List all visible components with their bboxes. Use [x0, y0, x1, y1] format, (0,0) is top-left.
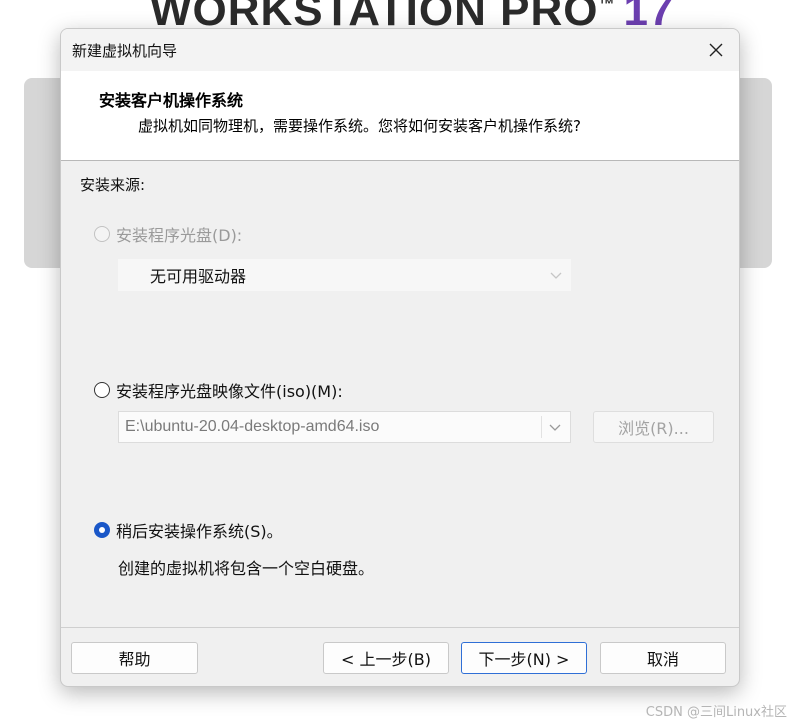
radio-circle-later[interactable]: [94, 522, 110, 538]
dialog-titlebar: 新建虚拟机向导: [61, 29, 739, 71]
new-vm-wizard-dialog: 新建虚拟机向导 安装客户机操作系统 虚拟机如同物理机，需要操作系统。您将如何安装…: [60, 28, 740, 687]
help-button[interactable]: 帮助: [71, 642, 198, 674]
install-later-note: 创建的虚拟机将包含一个空白硬盘。: [118, 559, 375, 578]
next-button-label: 下一步(N) >: [478, 650, 570, 669]
browse-button[interactable]: 浏览(R)...: [593, 411, 714, 443]
cancel-button-label: 取消: [646, 650, 679, 669]
cancel-button[interactable]: 取消: [600, 642, 726, 674]
header-description: 虚拟机如同物理机，需要操作系统。您将如何安装客户机操作系统?: [138, 117, 581, 135]
close-icon: [709, 43, 723, 57]
wizard-header: 安装客户机操作系统 虚拟机如同物理机，需要操作系统。您将如何安装客户机操作系统?: [61, 71, 739, 161]
next-button[interactable]: 下一步(N) >: [461, 642, 587, 674]
back-button[interactable]: < 上一步(B): [323, 642, 449, 674]
chevron-down-icon: [550, 272, 562, 279]
radio-installer-iso-label: 安装程序光盘映像文件(iso)(M):: [116, 382, 343, 401]
browse-button-label: 浏览(R)...: [618, 419, 689, 438]
back-button-label: < 上一步(B): [341, 650, 431, 669]
screen: WORKSTATION PRO™ 17 新建虚拟机向导 安装客户机操作系统 虚拟机…: [0, 0, 801, 726]
watermark: CSDN @三间Linux社区: [645, 705, 787, 720]
combobox-divider: [541, 416, 542, 438]
radio-install-later[interactable]: 稍后安装操作系统(S)。: [94, 518, 283, 542]
footer-divider: [61, 627, 739, 628]
close-button[interactable]: [699, 33, 733, 67]
drive-select-value: 无可用驱动器: [150, 267, 247, 286]
drive-select: 无可用驱动器: [118, 259, 571, 291]
radio-installer-iso[interactable]: 安装程序光盘映像文件(iso)(M):: [94, 378, 343, 402]
iso-path-value: E:\ubuntu-20.04-desktop-amd64.iso: [125, 418, 380, 435]
radio-circle-iso[interactable]: [94, 382, 110, 398]
radio-installer-disc: 安装程序光盘(D):: [94, 222, 242, 246]
chevron-down-icon[interactable]: [548, 422, 562, 432]
radio-circle-disc: [94, 226, 110, 242]
help-button-label: 帮助: [118, 650, 151, 669]
install-source-label: 安装来源:: [80, 176, 146, 194]
radio-install-later-label: 稍后安装操作系统(S)。: [116, 522, 283, 541]
header-title: 安装客户机操作系统: [99, 91, 244, 110]
radio-installer-disc-label: 安装程序光盘(D):: [116, 226, 243, 245]
iso-path-combobox[interactable]: E:\ubuntu-20.04-desktop-amd64.iso: [118, 411, 571, 443]
dialog-title: 新建虚拟机向导: [72, 42, 178, 60]
banner-tm: ™: [598, 0, 616, 14]
